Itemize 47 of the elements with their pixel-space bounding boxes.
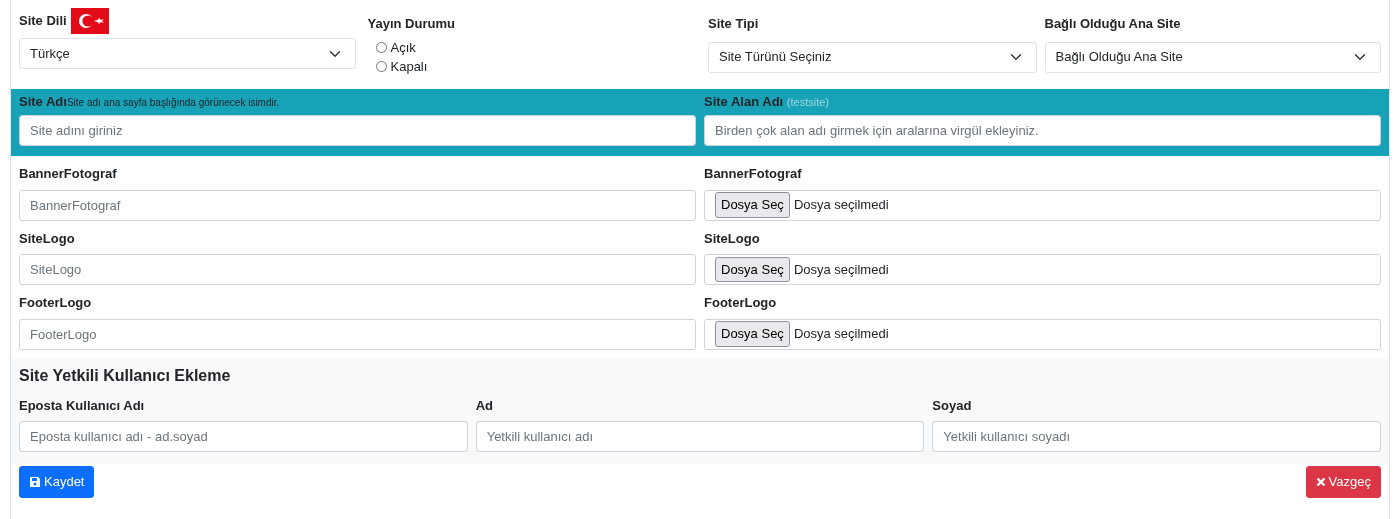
field-label: Site Adı — [19, 93, 67, 109]
field-label: Ad — [475, 396, 494, 415]
text-input[interactable]: Yetkili kullanıcı soyadı — [932, 421, 1381, 452]
field-label: Eposta Kullanıcı Adı — [19, 396, 146, 415]
file-status: Dosya seçilmedi — [793, 196, 889, 215]
field-label: Bağlı Olduğu Ana Site — [1044, 15, 1182, 33]
text-input[interactable]: BannerFotograf — [19, 189, 696, 221]
close-icon — [1315, 476, 1326, 487]
text-input[interactable]: SiteLogo — [19, 254, 696, 285]
file-input[interactable]: Dosya Seç Dosya seçilmedi — [704, 318, 1381, 350]
flag-icon — [70, 8, 109, 34]
choose-file-button[interactable]: Dosya Seç — [715, 256, 790, 283]
radio-button[interactable] — [375, 61, 387, 73]
save-button[interactable]: Kaydet — [19, 466, 95, 498]
field-label: BannerFotograf — [704, 165, 803, 183]
parent-site-select[interactable]: Bağlı Olduğu Ana Site — [1044, 41, 1381, 73]
field-label: Yayın Durumu — [367, 15, 456, 33]
domain-input[interactable]: Birden çok alan adı girmek için aralarına virgül ekleyiniz. — [704, 115, 1381, 146]
radio-label: Kapalı — [390, 58, 428, 76]
text-input[interactable]: Eposta kullanıcı adı - ad.soyad — [19, 421, 468, 452]
language-select[interactable]: Türkçe — [19, 38, 356, 69]
choose-file-button[interactable]: Dosya Seç — [715, 192, 790, 218]
file-input[interactable]: Dosya Seç Dosya seçilmedi — [704, 189, 1381, 221]
field-label: SiteLogo — [704, 229, 761, 248]
field-label: Site Tipi — [708, 15, 760, 33]
field-label: SiteLogo — [19, 229, 76, 248]
field-hint: (testsite) — [786, 95, 830, 108]
radio-button[interactable] — [375, 41, 387, 53]
text-input[interactable]: Yetkili kullanıcı adı — [475, 421, 925, 452]
site-type-select[interactable]: Site Türünü Seçiniz — [708, 41, 1037, 73]
radio-label: Açık — [390, 38, 416, 57]
file-input[interactable]: Dosya Seç Dosya seçilmedi — [704, 254, 1381, 285]
file-status: Dosya seçilmedi — [793, 260, 889, 279]
field-label: Site Alan Adı — [704, 93, 784, 109]
choose-file-button[interactable]: Dosya Seç — [715, 321, 790, 347]
field-label: Soyad — [932, 396, 973, 415]
field-label: BannerFotograf — [19, 165, 118, 183]
field-label: Site Dili — [19, 12, 67, 31]
cancel-button[interactable]: Vazgeç — [1305, 466, 1381, 498]
field-label: FooterLogo — [19, 294, 93, 312]
field-label: FooterLogo — [704, 294, 778, 312]
section-title: Site Yetkili Kullanıcı Ekleme — [19, 365, 232, 386]
file-status: Dosya seçilmedi — [793, 325, 889, 344]
field-hint: Site adı ana sayfa başlığında görünecek isimdir. — [66, 96, 280, 108]
save-icon — [29, 475, 41, 488]
text-input[interactable]: FooterLogo — [19, 318, 696, 350]
site-name-input[interactable]: Site adını giriniz — [19, 115, 696, 146]
